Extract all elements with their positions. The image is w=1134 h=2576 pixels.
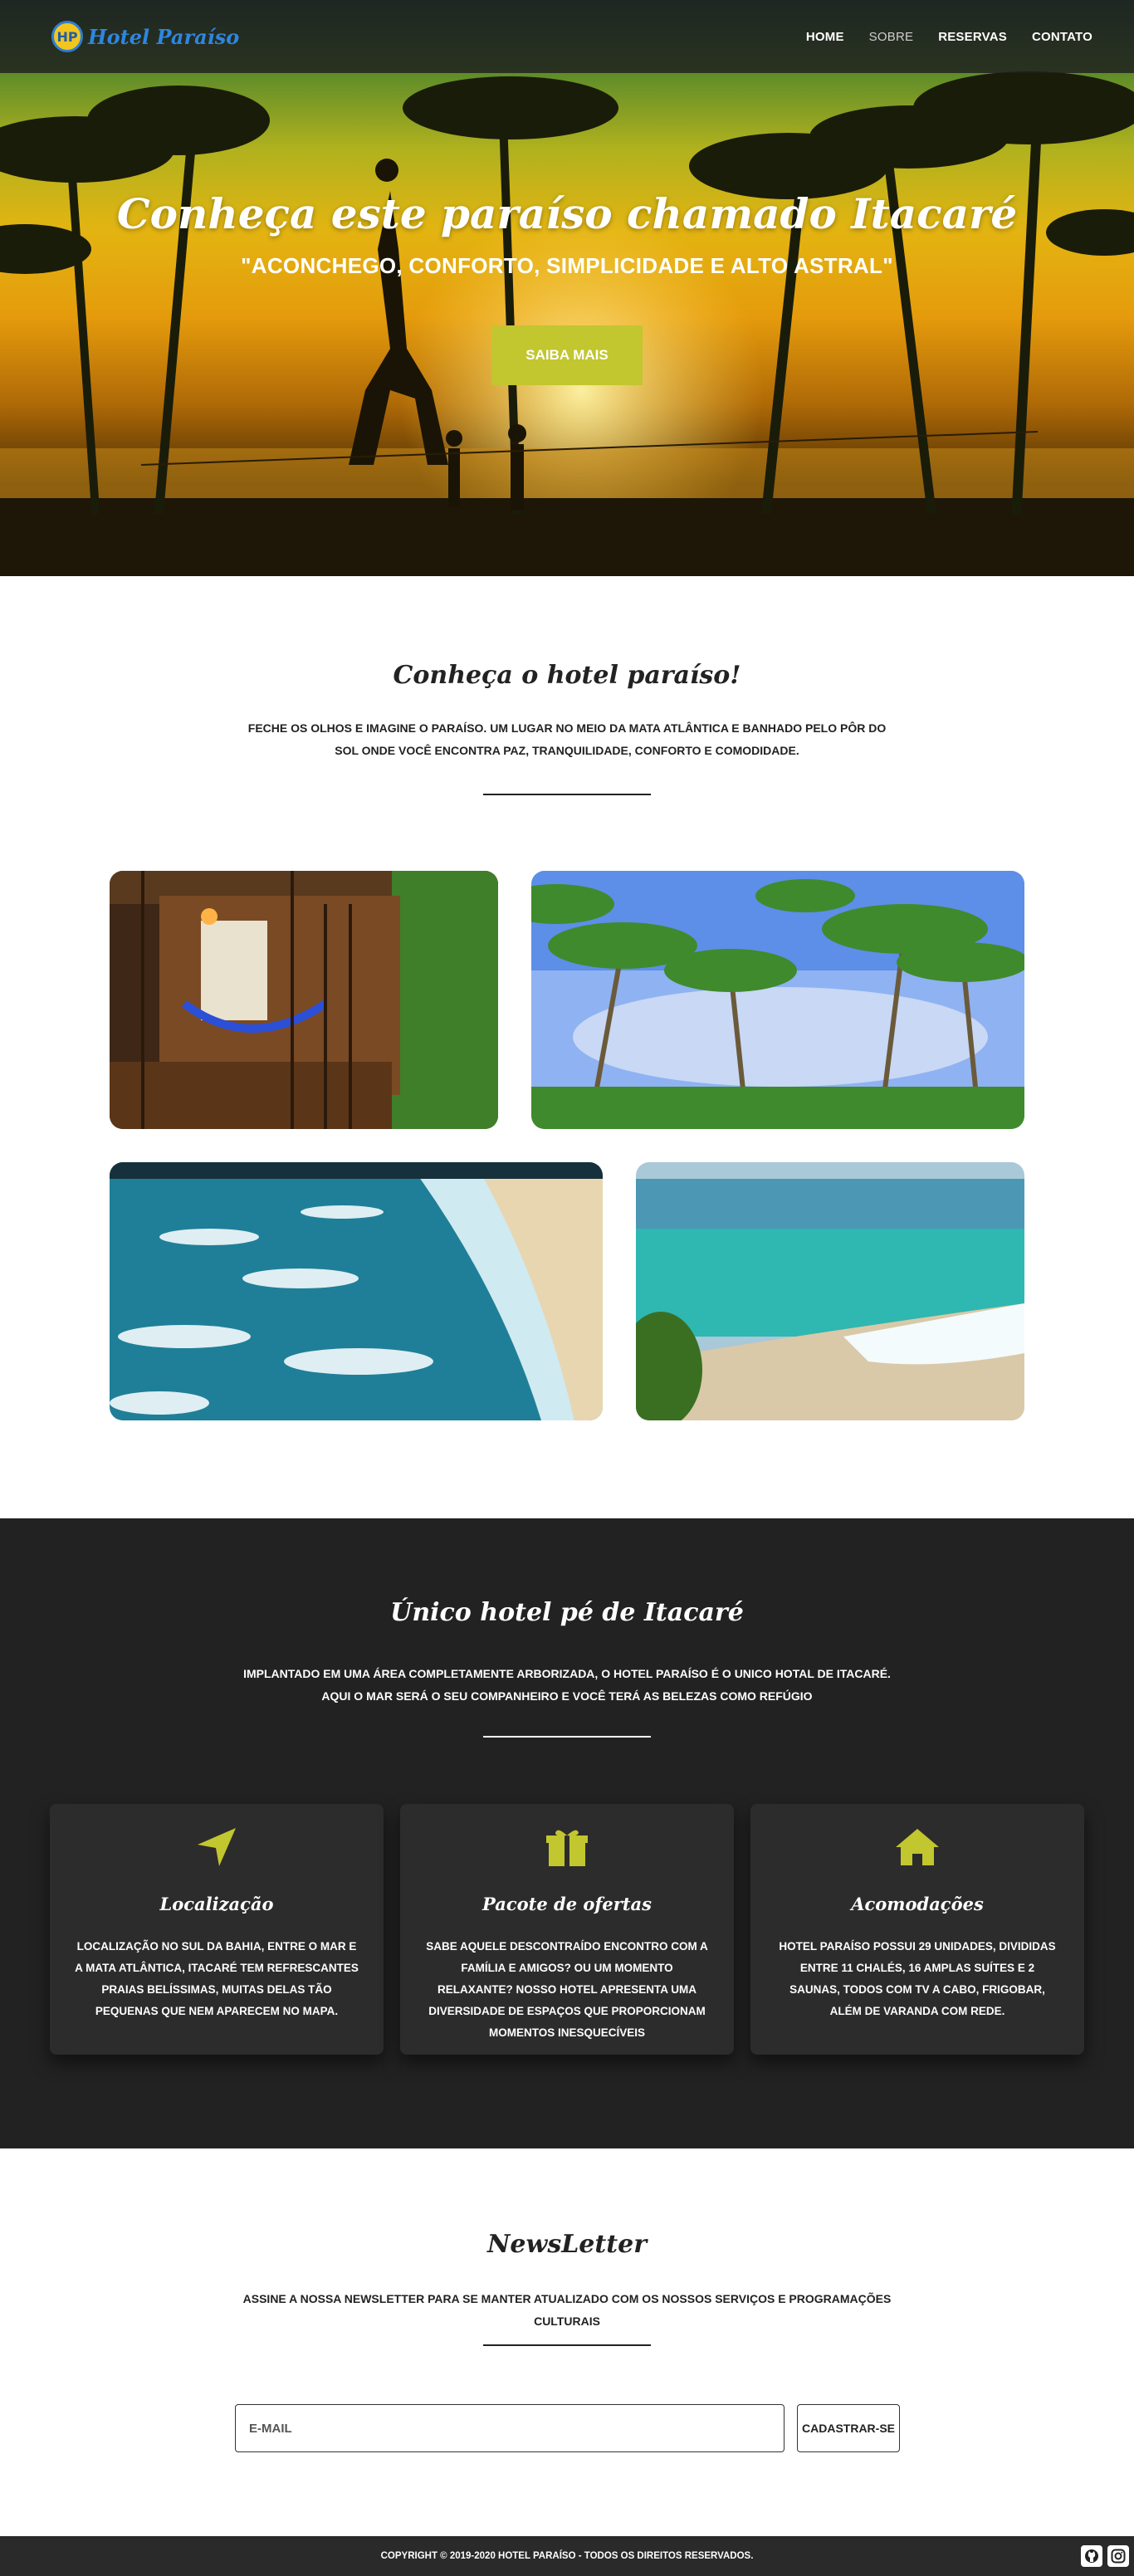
card-text: Sabe aquele descontraído encontro com a …	[426, 1940, 708, 2039]
instagram-icon[interactable]	[1107, 2545, 1129, 2567]
github-icon[interactable]	[1081, 2545, 1102, 2567]
email-input[interactable]	[235, 2404, 785, 2452]
logo-badge-icon: HP	[51, 21, 83, 52]
photo-hotel-chalets	[110, 871, 498, 1129]
newsletter-divider	[483, 2344, 651, 2346]
hero-title: Conheça este paraíso chamado Itacaré	[116, 189, 1018, 238]
feature-card-pacote-de-ofertas: Pacote de ofertas Sabe aquele descontraí…	[400, 1804, 734, 2055]
location-arrow-icon	[75, 1824, 359, 1870]
card-title: Localização	[159, 1894, 274, 1914]
newsletter-text: Assine a nossa newsletter para se manter…	[242, 2292, 892, 2328]
about-title: Conheça o hotel paraíso!	[393, 661, 741, 690]
newsletter-title: NewsLetter	[486, 2230, 647, 2259]
site-footer: Copyright © 2019-2020 Hotel Paraíso - To…	[0, 2536, 1134, 2576]
brand-name: Hotel Paraíso	[88, 24, 240, 49]
card-title: Pacote de ofertas	[482, 1894, 652, 1914]
nav-home[interactable]: Home	[806, 30, 844, 44]
photo-palm-trees	[531, 871, 1024, 1129]
hero-content: Conheça este paraíso chamado Itacaré "AC…	[0, 189, 1134, 385]
cadastrar-button[interactable]: Cadastrar-se	[797, 2404, 900, 2452]
about-text: Feche os olhos e imagine o paraíso. Um l…	[247, 721, 887, 757]
about-section: Conheça o hotel paraíso! Feche os olhos …	[0, 576, 1134, 1518]
feature-card-acomodacoes: Acomodações Hotel Paraíso possui 29 unid…	[750, 1804, 1084, 2055]
card-text: Localização no sul da Bahia, entre o mar…	[75, 1940, 359, 2017]
features-section: Único hotel pé de Itacaré Implantado em …	[0, 1518, 1134, 2148]
photo-turquoise-sea	[636, 1162, 1024, 1420]
home-icon	[775, 1824, 1059, 1870]
social-links	[1081, 2545, 1129, 2567]
about-divider	[483, 794, 651, 795]
hero-subtitle: "ACONCHEGO, CONFORTO, SIMPLICIDADE E ALT…	[241, 253, 893, 278]
gift-icon	[425, 1824, 709, 1870]
card-text: Hotel Paraíso possui 29 unidades, dividi…	[779, 1940, 1056, 2017]
nav-reservas[interactable]: Reservas	[938, 30, 1007, 44]
photo-beach-waves	[110, 1162, 603, 1420]
card-title: Acomodações	[851, 1894, 984, 1914]
saiba-mais-button[interactable]: SAIBA MAIS	[491, 325, 643, 385]
nav-contato[interactable]: Contato	[1032, 30, 1092, 44]
hero-section: Conheça este paraíso chamado Itacaré "AC…	[0, 0, 1134, 576]
newsletter-section: NewsLetter Assine a nossa newsletter par…	[0, 2148, 1134, 2536]
nav-sobre[interactable]: Sobre	[869, 30, 914, 44]
site-header: HP Hotel Paraíso Home Sobre Reservas Con…	[0, 0, 1134, 73]
features-divider	[483, 1736, 651, 1738]
feature-card-localizacao: Localização Localização no sul da Bahia,…	[50, 1804, 384, 2055]
main-nav: Home Sobre Reservas Contato	[806, 30, 1092, 44]
features-title: Único hotel pé de Itacaré	[390, 1598, 744, 1627]
logo[interactable]: HP Hotel Paraíso	[51, 21, 239, 52]
features-text: Implantado em uma área completamente arb…	[243, 1667, 891, 1703]
copyright-text: Copyright © 2019-2020 Hotel Paraíso - To…	[380, 2551, 754, 2561]
